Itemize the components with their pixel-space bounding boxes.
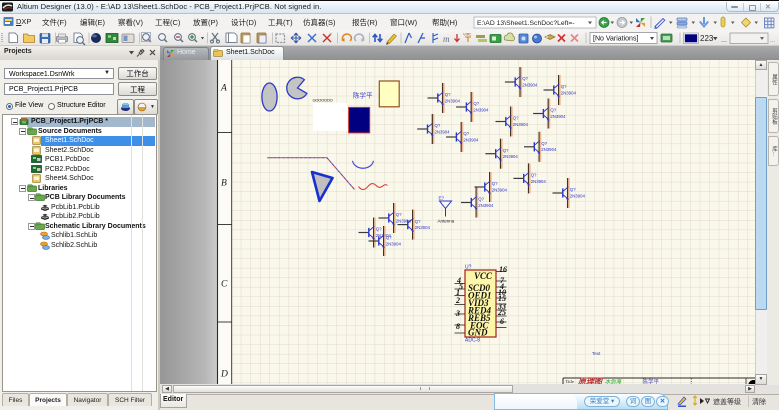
svg-text:GOOOOOO: GOOOOOO — [313, 98, 333, 103]
svg-text:6: 6 — [500, 317, 504, 326]
svg-text:25: 25 — [497, 308, 506, 317]
svg-text:Antenna: Antenna — [438, 219, 455, 224]
svg-text:D: D — [220, 370, 228, 380]
svg-text:8: 8 — [456, 322, 460, 331]
svg-text:A: A — [220, 84, 227, 94]
svg-text:...: ... — [721, 37, 727, 44]
svg-text:E?: E? — [439, 196, 445, 201]
svg-text:3: 3 — [455, 309, 460, 318]
svg-text:B: B — [221, 179, 227, 189]
svg-text:16: 16 — [499, 265, 507, 274]
svg-text:C: C — [221, 280, 228, 290]
svg-text:m: m — [443, 34, 450, 44]
svg-text:...: ... — [770, 38, 775, 44]
svg-text:陈学平: 陈学平 — [353, 91, 373, 100]
svg-text:Text: Text — [592, 351, 601, 356]
svg-text:2: 2 — [455, 296, 460, 305]
svg-text:VCC: VCC — [474, 271, 493, 281]
svg-text:E:\AD 13\Sheet1.SchDoc?Left=-: E:\AD 13\Sheet1.SchDoc?Left=- — [477, 20, 575, 27]
svg-text:GND: GND — [468, 328, 488, 338]
svg-text:223: 223 — [700, 34, 714, 43]
svg-text:[No Variations]: [No Variations] — [593, 36, 638, 43]
svg-text:VCC: VCC — [463, 32, 472, 37]
svg-text:ADC-8: ADC-8 — [465, 338, 480, 344]
